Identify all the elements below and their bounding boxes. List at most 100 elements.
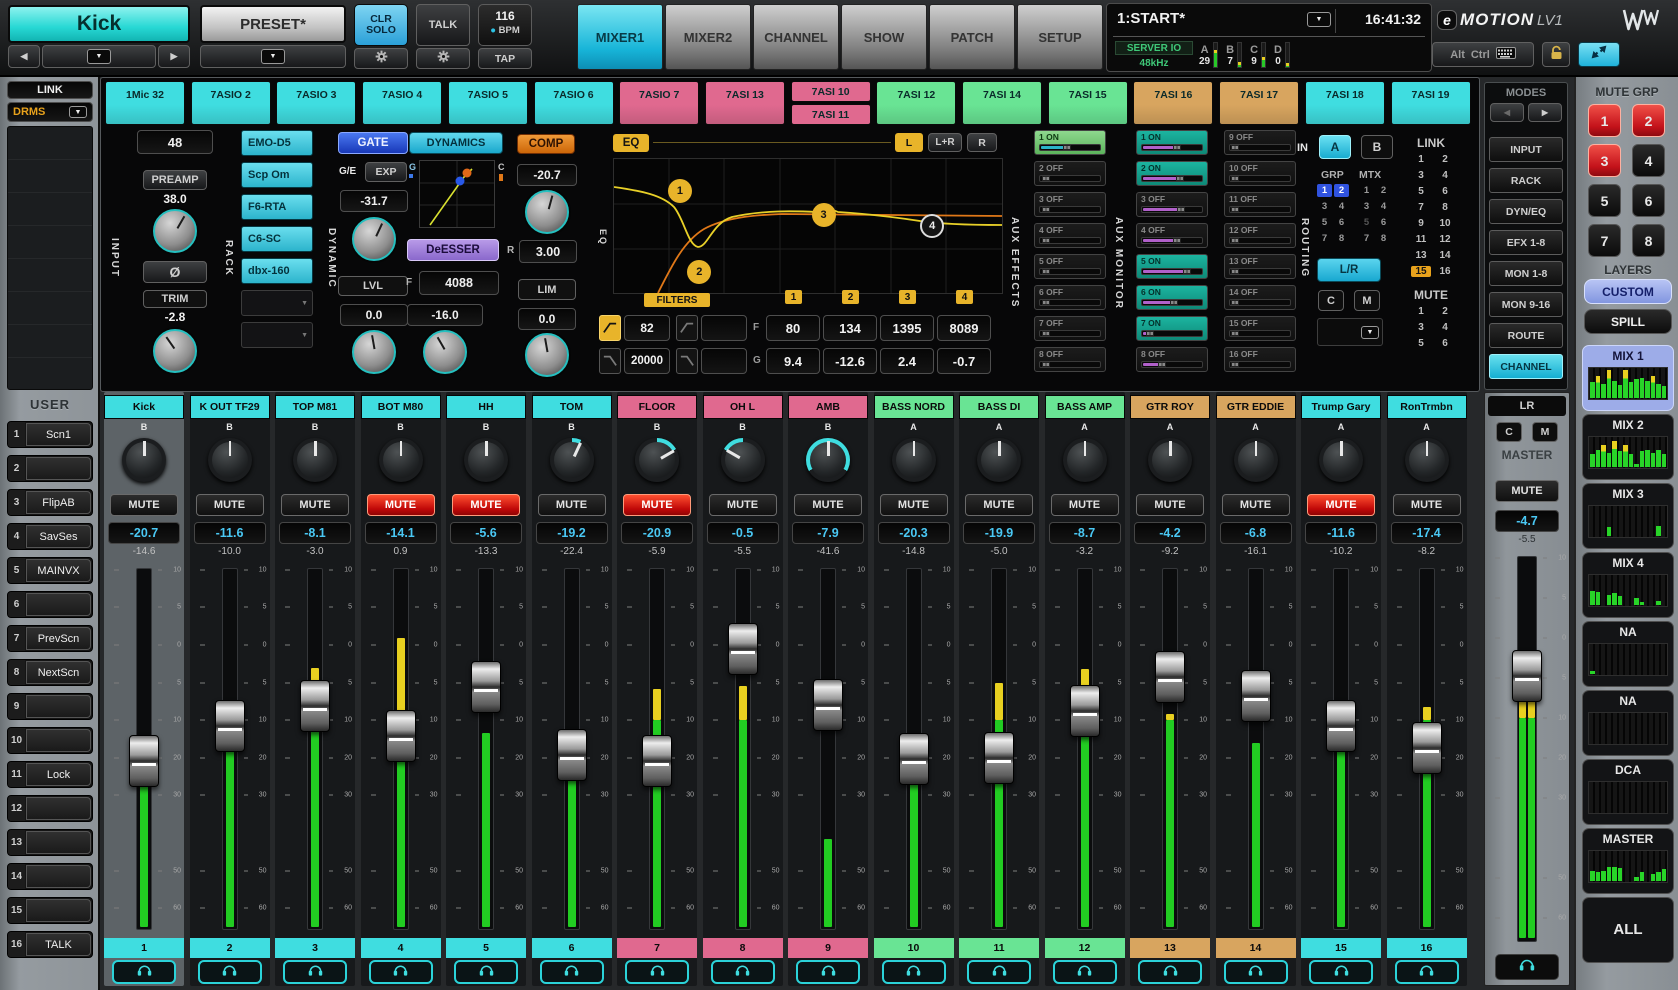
- aux-send-handle[interactable]: [1173, 238, 1181, 243]
- channel-name-label[interactable]: K OUT TF29: [190, 395, 270, 419]
- preset-dropdown[interactable]: ▼: [200, 45, 346, 68]
- user-button-2[interactable]: 2: [7, 455, 93, 482]
- comp-out-value[interactable]: 0.0: [518, 308, 576, 330]
- link-4[interactable]: 4: [1435, 170, 1455, 181]
- user-button-1[interactable]: 1Scn1: [7, 421, 93, 448]
- aux-send-handle[interactable]: [1042, 238, 1050, 243]
- keyboard-modifiers[interactable]: Alt Ctrl: [1432, 42, 1534, 67]
- pan-knob[interactable]: [1234, 438, 1278, 482]
- rack-slot-4[interactable]: C6-SC: [241, 226, 313, 252]
- pan-knob[interactable]: [379, 438, 423, 482]
- layer-mix-3-button[interactable]: MIX 3: [1582, 483, 1674, 549]
- limiter-button[interactable]: LIM: [518, 279, 576, 300]
- mtx-5[interactable]: 5: [1359, 216, 1374, 229]
- aux-send-slider[interactable]: [1141, 361, 1203, 368]
- phones-button[interactable]: [625, 960, 689, 984]
- user-button-4[interactable]: 4SavSes: [7, 523, 93, 550]
- master-mono-button[interactable]: M: [1532, 422, 1558, 442]
- session-name[interactable]: 1:START*: [1117, 10, 1185, 27]
- mute-button[interactable]: MUTE: [1393, 494, 1461, 516]
- eq-band-freq[interactable]: 1395: [880, 315, 934, 341]
- phones-button[interactable]: [1053, 960, 1117, 984]
- aux-send-4[interactable]: 4 OFF: [1034, 223, 1106, 248]
- mute-group-5[interactable]: 5: [1588, 184, 1621, 217]
- rack-slot-2[interactable]: Scp Om: [241, 162, 313, 188]
- mute-button[interactable]: MUTE: [794, 494, 862, 516]
- aux-send-8[interactable]: 8 OFF: [1136, 347, 1208, 372]
- user-button-15[interactable]: 15: [7, 897, 93, 924]
- mute-button[interactable]: MUTE: [538, 494, 606, 516]
- link-10[interactable]: 10: [1435, 218, 1455, 229]
- link-mute-2[interactable]: 2: [1435, 306, 1455, 317]
- aux-send-handle[interactable]: [1042, 300, 1050, 305]
- user-button-8[interactable]: 8NextScn: [7, 659, 93, 686]
- aux-send-slider[interactable]: [1229, 299, 1291, 306]
- lp-filter[interactable]: 20000: [599, 348, 670, 374]
- lr-route-button[interactable]: L/R: [1317, 258, 1381, 282]
- aux-send-handle[interactable]: [1170, 300, 1178, 305]
- layer-mix-2-button[interactable]: MIX 2: [1582, 414, 1674, 480]
- aux-send-handle[interactable]: [1177, 207, 1185, 212]
- mtx-8[interactable]: 8: [1376, 232, 1391, 245]
- talk-button[interactable]: TALK: [416, 4, 470, 46]
- tab-show[interactable]: SHOW: [841, 4, 927, 70]
- fader-zone[interactable]: 105051020305060: [1301, 562, 1381, 938]
- aux-send-slider[interactable]: [1229, 144, 1291, 151]
- channel-name-label[interactable]: TOP M81: [275, 395, 355, 419]
- mute-button[interactable]: MUTE: [196, 494, 264, 516]
- link-6[interactable]: 6: [1435, 186, 1455, 197]
- input-tab[interactable]: 7ASIO 5: [448, 81, 528, 125]
- talk-settings-button[interactable]: [416, 48, 470, 69]
- pan-knob[interactable]: [635, 438, 679, 482]
- aux-send-slider[interactable]: [1229, 175, 1291, 182]
- aux-send-slider[interactable]: [1039, 361, 1101, 368]
- master-phones-button[interactable]: [1495, 954, 1559, 980]
- eq-band-gain[interactable]: 2.4: [880, 348, 934, 374]
- mute-button[interactable]: MUTE: [1051, 494, 1119, 516]
- link-1[interactable]: 1: [1411, 154, 1431, 165]
- layer-mix-4-button[interactable]: MIX 4: [1582, 552, 1674, 618]
- aux-send-slider[interactable]: [1229, 206, 1291, 213]
- grp-1[interactable]: 1: [1317, 184, 1332, 197]
- fader-zone[interactable]: 105051020305060: [788, 562, 868, 938]
- fader-zone[interactable]: 105051020305060: [703, 562, 783, 938]
- fader-thumb[interactable]: [1326, 700, 1356, 752]
- input-tab[interactable]: 7ASI 14: [962, 81, 1042, 125]
- aux-send-2[interactable]: 2 OFF: [1034, 161, 1106, 186]
- mtx-2[interactable]: 2: [1376, 184, 1391, 197]
- aux-send-handle[interactable]: [1183, 269, 1191, 274]
- pan-knob[interactable]: [208, 438, 252, 482]
- channel-name-label[interactable]: GTR EDDIE: [1216, 395, 1296, 419]
- input-tab[interactable]: 7ASIO 7: [619, 81, 699, 125]
- comp-threshold-knob[interactable]: [525, 190, 569, 234]
- link-3[interactable]: 3: [1411, 170, 1431, 181]
- eq-point-2[interactable]: 2: [687, 260, 711, 284]
- mode-rack[interactable]: RACK: [1489, 168, 1563, 193]
- pan-knob[interactable]: [122, 438, 166, 482]
- mute-button[interactable]: MUTE: [1222, 494, 1290, 516]
- layer-na-button[interactable]: NA: [1582, 690, 1674, 756]
- aux-send-slider[interactable]: [1141, 144, 1203, 151]
- rack-slot-3[interactable]: F6-RTA: [241, 194, 313, 220]
- routing-b-button[interactable]: B: [1361, 135, 1393, 159]
- phones-button[interactable]: [1395, 960, 1459, 984]
- eq-band-gain[interactable]: 9.4: [766, 348, 820, 374]
- link-mute-5[interactable]: 5: [1411, 338, 1431, 349]
- grp-2[interactable]: 2: [1334, 184, 1349, 197]
- rack-slot-5[interactable]: dbx-160: [241, 258, 313, 284]
- aux-send-14[interactable]: 14 OFF: [1224, 285, 1296, 310]
- input-tab[interactable]: 7ASIO 6: [534, 81, 614, 125]
- grp-4[interactable]: 4: [1334, 200, 1349, 213]
- aux-send-handle[interactable]: [1042, 331, 1050, 336]
- pan-knob[interactable]: [977, 438, 1021, 482]
- mute-group-4[interactable]: 4: [1632, 144, 1665, 177]
- grp-3[interactable]: 3: [1317, 200, 1332, 213]
- phase-invert-button[interactable]: Ø: [143, 261, 207, 283]
- eq-point-3[interactable]: 3: [812, 203, 836, 227]
- grp-7[interactable]: 7: [1317, 232, 1332, 245]
- hp-filter[interactable]: 82: [599, 315, 670, 341]
- comp-threshold-value[interactable]: -20.7: [517, 164, 577, 186]
- fader-thumb[interactable]: [1241, 670, 1271, 722]
- aux-send-slider[interactable]: [1039, 237, 1101, 244]
- pan-knob[interactable]: [1319, 438, 1363, 482]
